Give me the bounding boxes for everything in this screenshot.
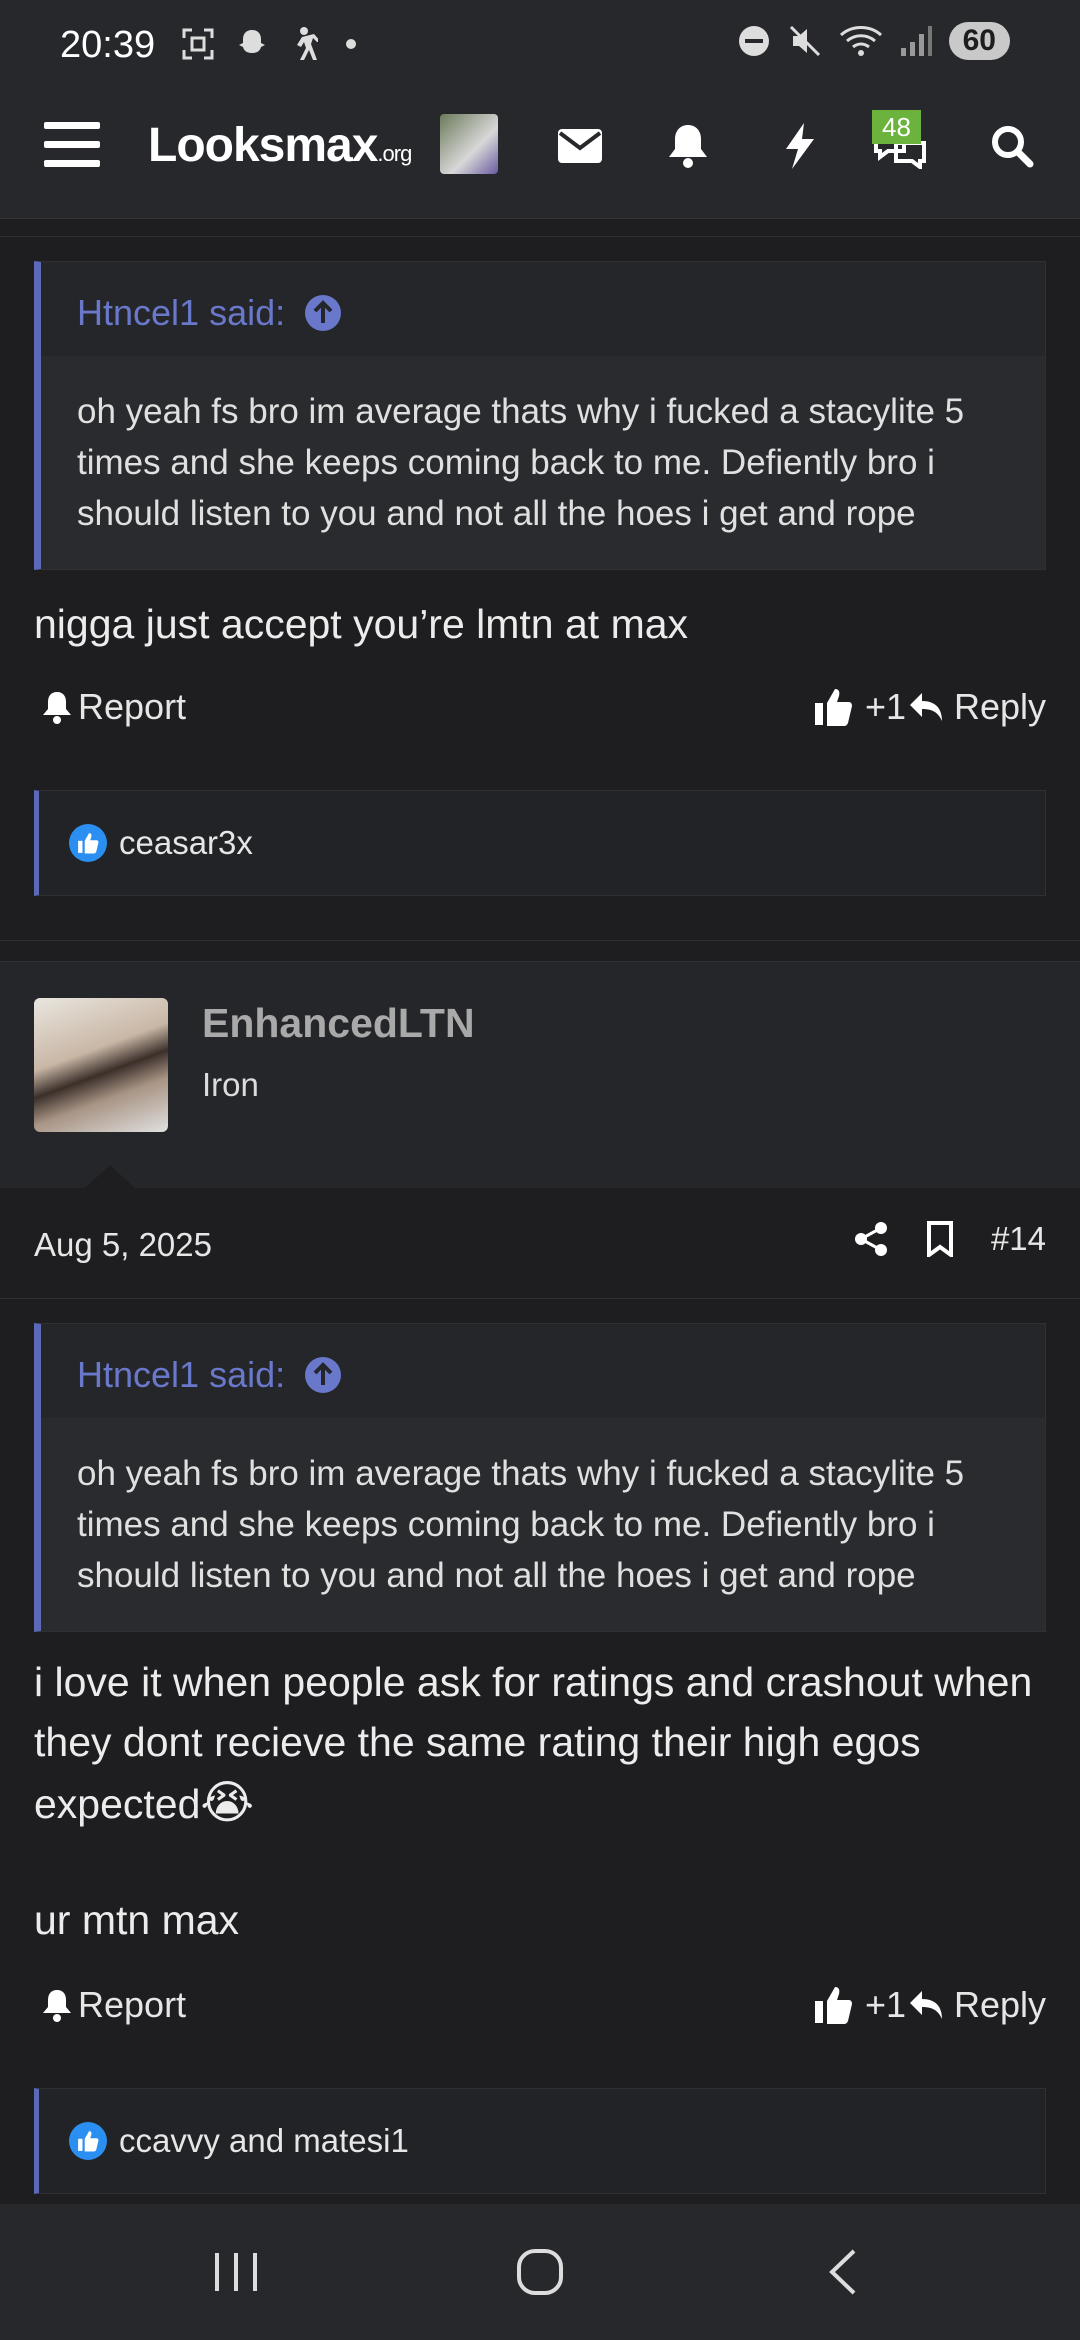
thumbs-up-icon [814,1987,852,2024]
thumbs-up-icon [814,689,852,726]
user-info-bar: EnhancedLTN Iron [0,961,1080,1189]
status-time: 20:39 [60,24,156,66]
user-avatar[interactable] [34,998,168,1132]
arrow-up-icon[interactable] [303,293,343,333]
reaction-users[interactable]: ceasar3x [119,824,253,862]
snapchat-icon [239,30,265,53]
post-body-line1: i love it when people ask for ratings an… [34,1659,1033,1827]
logo-suffix: .org [377,141,412,166]
post-actions: Report +1 Reply [34,1984,1046,2044]
conversations-badge: 48 [872,110,921,144]
system-nav-bar [0,2204,1080,2340]
wifi-icon [839,26,882,56]
screenshot-icon [182,28,214,60]
logo-main: Looksmax [148,119,378,172]
post-body: nigga just accept you’re lmtn at max [34,601,689,647]
account-avatar[interactable] [440,114,498,174]
status-right-icons: 60 [737,22,1010,60]
reactions-bar[interactable]: ceasar3x [34,790,1046,896]
report-button[interactable]: Report [42,686,186,728]
inbox-icon[interactable] [552,118,608,174]
post-body-line2: ur mtn max [34,1897,240,1943]
like-reaction-icon [69,2122,107,2160]
dnd-icon [738,26,769,56]
status-bar: 20:39 60 [0,0,1080,72]
home-icon[interactable] [500,2240,580,2304]
signal-icon [900,26,932,56]
post-date[interactable]: Aug 5, 2025 [34,1226,212,1264]
reply-button[interactable]: Reply [908,1984,1046,2026]
reaction-users[interactable]: ccavvy and matesi1 [119,2122,409,2160]
bell-icon[interactable] [660,118,716,174]
menu-icon[interactable] [44,122,100,170]
quote-text: oh yeah fs bro im average thats why i fu… [41,1418,1045,1631]
post-actions: Report +1 Reply [34,686,1046,746]
dot-icon [346,39,356,49]
like-count: +1 [864,686,906,727]
quote-block: Htncel1 said: oh yeah fs bro im average … [34,1323,1046,1632]
status-left-icons [180,26,356,62]
post-body: i love it when people ask for ratings an… [34,1652,1046,1834]
user-title: Iron [202,1066,259,1103]
battery-indicator: 60 [948,22,1010,60]
report-button[interactable]: Report [42,1984,186,2026]
reply-label: Reply [953,686,1046,727]
bookmark-icon[interactable] [925,1221,955,1257]
username[interactable]: EnhancedLTN [202,1000,475,1047]
like-reaction-icon [69,824,107,862]
recent-apps-icon[interactable] [196,2240,276,2304]
mute-icon [789,25,820,57]
thread-content: Htncel1 said: oh yeah fs bro im average … [0,218,1080,2194]
quote-block: Htncel1 said: oh yeah fs bro im average … [34,261,1046,570]
quote-author-link[interactable]: Htncel1 said: [77,292,285,334]
report-label: Report [78,1984,187,2025]
walking-icon [297,27,318,60]
like-count: +1 [864,1984,906,2025]
quote-text: oh yeah fs bro im average thats why i fu… [41,356,1045,569]
bell-icon [43,692,71,724]
reply-icon [909,1991,942,2019]
share-icon[interactable] [853,1221,889,1257]
reply-button[interactable]: Reply [908,686,1046,728]
arrow-up-icon[interactable] [303,1355,343,1395]
quote-author-link[interactable]: Htncel1 said: [77,1354,285,1396]
crying-emoji-icon: 😭 [200,1776,255,1828]
caret [84,1165,136,1189]
post-number[interactable]: #14 [991,1220,1046,1258]
reactions-bar[interactable]: ccavvy and matesi1 [34,2088,1046,2194]
like-button[interactable]: +1 [813,1984,906,2026]
app-header: Looksmax.org 48 [0,72,1080,219]
back-icon[interactable] [802,2240,882,2304]
post-meta: Aug 5, 2025 #14 [34,1188,1046,1298]
search-icon[interactable] [984,118,1040,174]
report-label: Report [78,686,187,727]
reply-icon [909,693,942,721]
like-button[interactable]: +1 [813,686,906,728]
site-logo[interactable]: Looksmax.org [148,118,412,173]
lightning-icon[interactable] [772,118,828,174]
bell-icon [43,1990,71,2022]
reply-label: Reply [953,1984,1046,2025]
